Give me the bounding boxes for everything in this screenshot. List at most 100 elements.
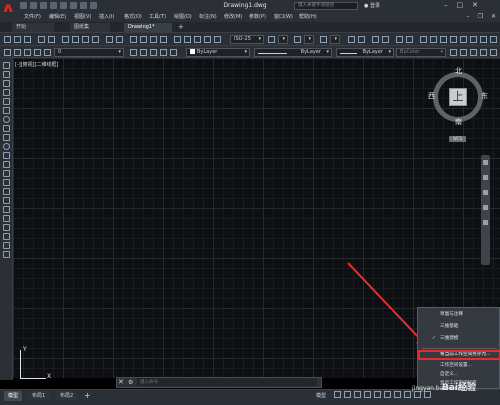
layer-match-icon[interactable] [170,49,177,56]
circle-tool-icon[interactable] [3,116,10,123]
point-tool-icon[interactable] [3,179,10,186]
polygon-tool-icon[interactable] [3,89,10,96]
table-style-select[interactable]: ▾ [304,35,314,44]
layer-prev-icon[interactable] [396,36,403,43]
table-style-icon[interactable] [294,36,301,43]
doc-close-icon[interactable]: ✕ [491,13,496,20]
dim-style-select[interactable]: ▾ [278,35,288,44]
region-tool-icon[interactable] [3,206,10,213]
steering-wheel-icon[interactable] [483,160,488,165]
dots-tool-icon[interactable] [3,251,10,258]
new-tab-icon[interactable]: + [178,23,184,31]
rectangle-tool-icon[interactable] [3,98,10,105]
menu-modify[interactable]: 修改(M) [224,13,249,20]
text-width-icon[interactable] [490,49,497,56]
table-tool-icon[interactable] [3,215,10,222]
polyline-tool-icon[interactable] [3,80,10,87]
layer-on-icon[interactable] [14,49,21,56]
mtext-icon[interactable] [430,36,437,43]
undo-tool-icon[interactable] [106,36,113,43]
layout-tab-layout1[interactable]: 布局1 [28,391,50,401]
quickcalc-icon[interactable] [214,36,221,43]
web-icon[interactable] [60,2,67,9]
ws-item-3d-modeling[interactable]: ✓ 三维建模 [418,334,500,344]
menu-parametric[interactable]: 参数(P) [249,13,274,20]
lineweight-select[interactable]: ByLayer ▾ [336,48,394,57]
menu-tools[interactable]: 工具(T) [149,13,174,20]
grid-toggle-icon[interactable] [334,391,341,398]
menu-format[interactable]: 格式(O) [124,13,149,20]
dim-style-icon[interactable] [268,36,275,43]
wcs-menu[interactable]: WCS [449,136,466,142]
plotstyle-select[interactable]: ByColor ▾ [396,48,446,57]
mtext-tool-icon[interactable] [3,224,10,231]
text-scale-icon[interactable] [470,49,477,56]
snap-toggle-icon[interactable] [344,391,351,398]
menu-help[interactable]: 帮助(H) [299,13,324,20]
layer-previous-icon[interactable] [140,49,147,56]
gradient-tool-icon[interactable] [3,197,10,204]
nav-zoom-icon[interactable] [483,190,488,195]
viewport-controls-label[interactable]: [-][俯视][二维线框] [15,61,59,68]
nav-orbit-icon[interactable] [483,205,488,210]
pan-icon[interactable] [130,36,137,43]
text-a-tool-icon[interactable] [3,242,10,249]
dim-more-icon[interactable] [490,36,497,43]
save-file-icon[interactable] [24,36,31,43]
zoom-previous-icon[interactable] [160,36,167,43]
layer-prop-icon[interactable] [358,36,365,43]
ortho-toggle-icon[interactable] [354,391,361,398]
compass-south[interactable]: 南 [455,117,462,127]
text-height-icon[interactable] [480,49,487,56]
menu-view[interactable]: 视图(V) [74,13,99,20]
new-icon[interactable] [20,2,27,9]
doc-minimize-icon[interactable]: – [467,13,470,20]
layer-manager-icon[interactable] [4,49,11,56]
ws-item-drafting[interactable]: 草图与注释 [418,310,500,320]
nav-pan-icon[interactable] [483,175,488,180]
markup-icon[interactable] [204,36,211,43]
freeze-icon[interactable] [372,36,379,43]
linetype-select[interactable]: ByLayer ▾ [254,48,332,57]
preview-icon[interactable] [48,36,55,43]
make-block-icon[interactable] [3,170,10,177]
print-icon[interactable] [70,2,77,9]
dim-arc-icon[interactable] [460,36,467,43]
command-input[interactable] [137,378,317,386]
layer-iso-icon[interactable] [406,36,413,43]
zoom-realtime-icon[interactable] [140,36,147,43]
redo-tool-icon[interactable] [116,36,123,43]
command-close-icon[interactable]: ✕ [118,378,124,386]
close-icon[interactable]: ✕ [472,1,478,9]
layer-state-icon[interactable] [150,49,157,56]
zoom-window-icon[interactable] [150,36,157,43]
search-input[interactable]: 键入关键字或短语 [294,2,358,10]
layout-tab-layout2[interactable]: 布局2 [56,391,78,401]
text-a-icon[interactable] [420,36,427,43]
open-icon[interactable] [30,2,37,9]
open-file-icon[interactable] [14,36,21,43]
dim-radius-icon[interactable] [470,36,477,43]
menu-window[interactable]: 窗口(W) [274,13,299,20]
maximize-icon[interactable]: □ [457,1,464,9]
lock-icon[interactable] [382,36,389,43]
ellipse-tool-icon[interactable] [3,143,10,150]
osnap-toggle-icon[interactable] [384,391,391,398]
minimize-icon[interactable]: – [444,1,448,9]
revcloud-tool-icon[interactable] [3,125,10,132]
menu-insert[interactable]: 插入(I) [99,13,124,20]
command-wrench-icon[interactable]: ⚙ [128,379,133,386]
undo-icon[interactable] [80,2,87,9]
text-align-icon[interactable] [460,49,467,56]
layer-walk-icon[interactable] [160,49,167,56]
line-tool-icon[interactable] [3,62,10,69]
new-file-icon[interactable] [4,36,11,43]
workspace-icon[interactable] [348,36,355,43]
dim-angular-icon[interactable] [480,36,487,43]
tab-sheetset[interactable]: 图纸集 [70,23,110,32]
annotation-scale-icon[interactable] [404,391,411,398]
ws-item-3d-basics[interactable]: 三维基础 [418,322,500,332]
compass-east[interactable]: 东 [481,91,488,101]
ellipse-arc-tool-icon[interactable] [3,152,10,159]
otrack-toggle-icon[interactable] [394,391,401,398]
